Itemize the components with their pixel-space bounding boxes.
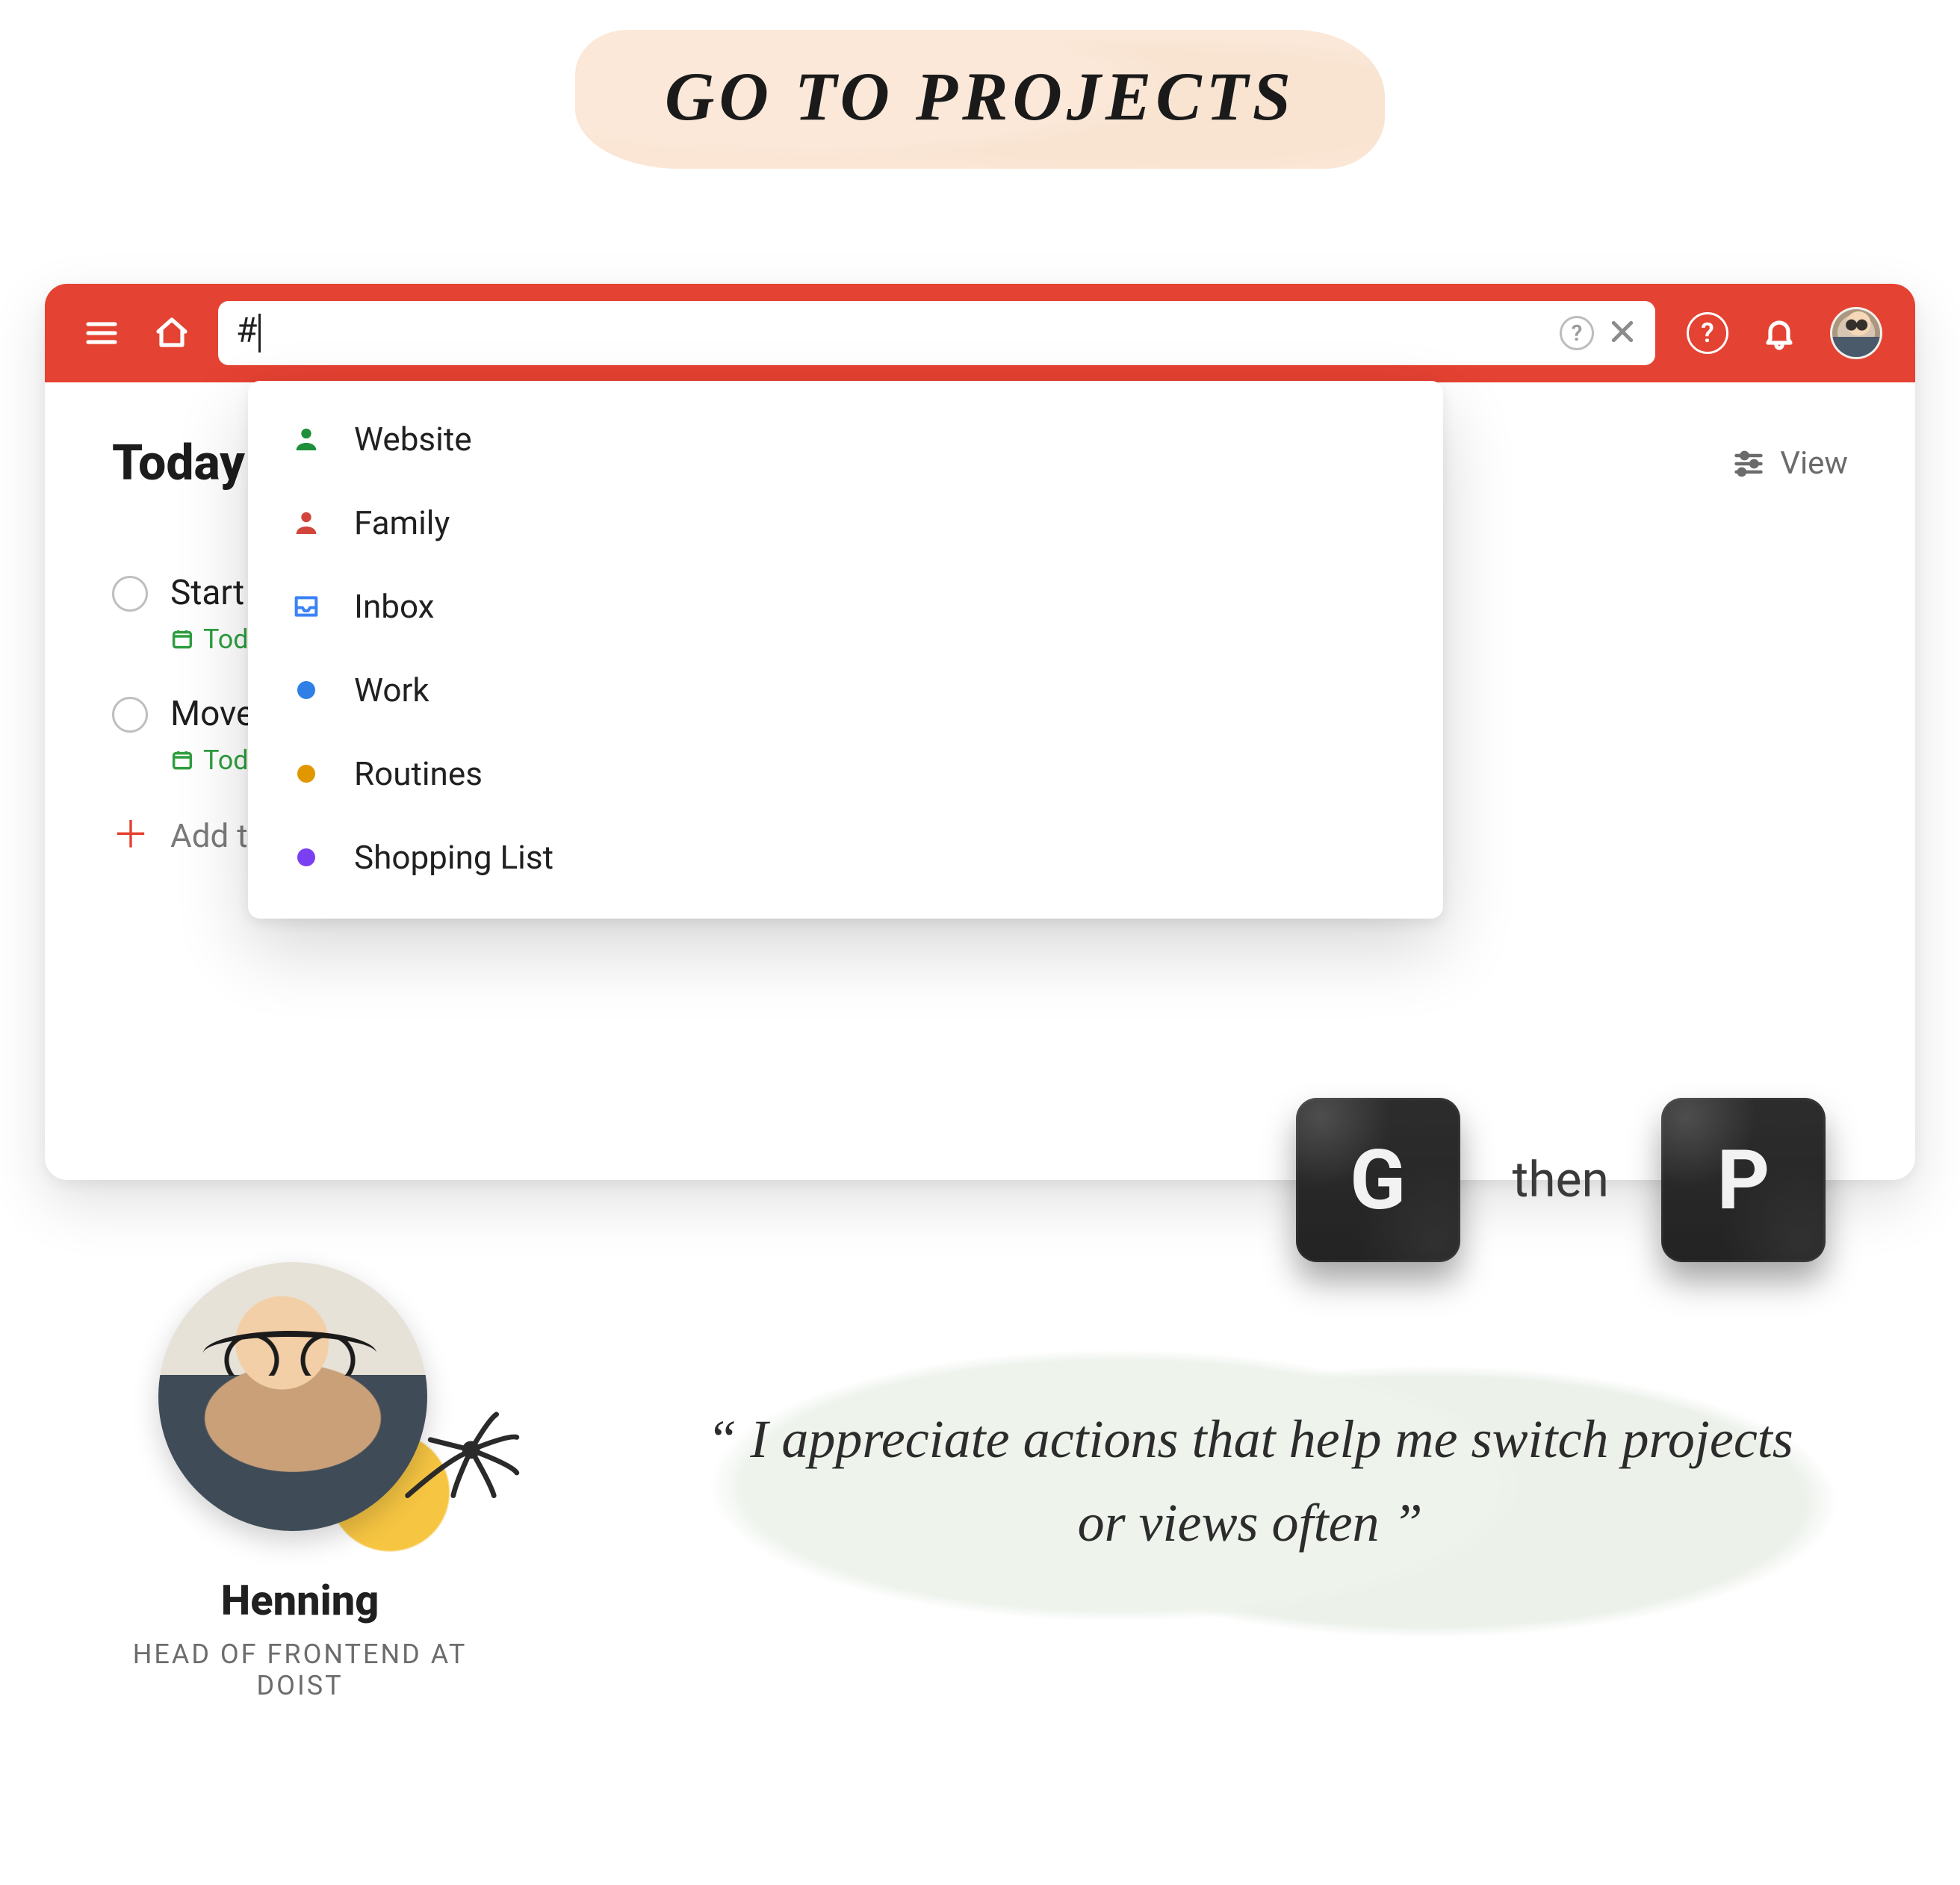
keycap-p: P (1661, 1098, 1826, 1262)
person-photo (158, 1262, 427, 1531)
dot-icon (290, 841, 323, 874)
testimonial: Henning HEAD OF FRONTEND AT DOIST “ I ap… (112, 1262, 1848, 1701)
hero-title: GO TO PROJECTS (665, 57, 1295, 136)
view-label: View (1780, 445, 1848, 482)
shortcut: G then P (1296, 1098, 1826, 1262)
task-checkbox[interactable] (112, 697, 148, 733)
person-name: Henning (112, 1576, 488, 1625)
search-value: # (236, 314, 1546, 353)
app-window: # ? ? Website Family (45, 284, 1915, 1180)
help-icon[interactable]: ? (1687, 312, 1728, 354)
popover-item-routines[interactable]: Routines (248, 732, 1443, 816)
person-icon (290, 506, 323, 539)
person-card: Henning HEAD OF FRONTEND AT DOIST (112, 1262, 488, 1701)
brushstroke-bg: GO TO PROJECTS (575, 30, 1385, 169)
popover-item-shopping-list[interactable]: Shopping List (248, 816, 1443, 899)
calendar-icon (170, 748, 194, 772)
popover-item-label: Shopping List (354, 838, 553, 877)
search-input[interactable]: # ? (218, 301, 1655, 365)
keycap-g: G (1296, 1098, 1460, 1262)
person-icon (290, 423, 323, 456)
bell-icon[interactable] (1755, 309, 1803, 357)
popover-item-label: Family (354, 503, 450, 542)
page-hero: GO TO PROJECTS (575, 30, 1385, 169)
inbox-icon (290, 590, 323, 623)
calendar-icon (170, 627, 194, 651)
quote: “ I appreciate actions that help me swit… (652, 1353, 1848, 1609)
flower-doodle-icon (397, 1397, 524, 1524)
person-photo-wrap (158, 1262, 442, 1546)
popover-item-family[interactable]: Family (248, 481, 1443, 565)
popover-item-label: Work (354, 671, 429, 709)
dot-icon (290, 674, 323, 707)
avatar[interactable] (1830, 307, 1882, 359)
person-role: HEAD OF FRONTEND AT DOIST (112, 1639, 488, 1701)
popover-item-work[interactable]: Work (248, 648, 1443, 732)
page-title: Today (112, 435, 245, 492)
text-caret (258, 314, 261, 353)
quote-text: “ I appreciate actions that help me swit… (682, 1398, 1818, 1565)
task-checkbox[interactable] (112, 576, 148, 612)
topbar: # ? ? (45, 284, 1915, 382)
project-popover: Website Family Inbox Work Routines Shopp… (248, 381, 1443, 919)
popover-item-website[interactable]: Website (248, 397, 1443, 481)
topbar-right: ? (1687, 307, 1882, 359)
plus-icon: ＋ (112, 817, 149, 854)
popover-item-label: Website (354, 420, 472, 459)
clear-search-icon[interactable] (1607, 317, 1637, 350)
view-button[interactable]: View (1732, 445, 1848, 482)
search-help-icon[interactable]: ? (1560, 316, 1594, 350)
dot-icon (290, 757, 323, 790)
popover-item-label: Inbox (354, 587, 434, 626)
shortcut-joiner: then (1513, 1152, 1609, 1209)
popover-item-inbox[interactable]: Inbox (248, 565, 1443, 648)
home-icon[interactable] (148, 309, 196, 357)
sliders-icon (1732, 447, 1765, 480)
popover-item-label: Routines (354, 754, 483, 793)
menu-icon[interactable] (78, 309, 125, 357)
